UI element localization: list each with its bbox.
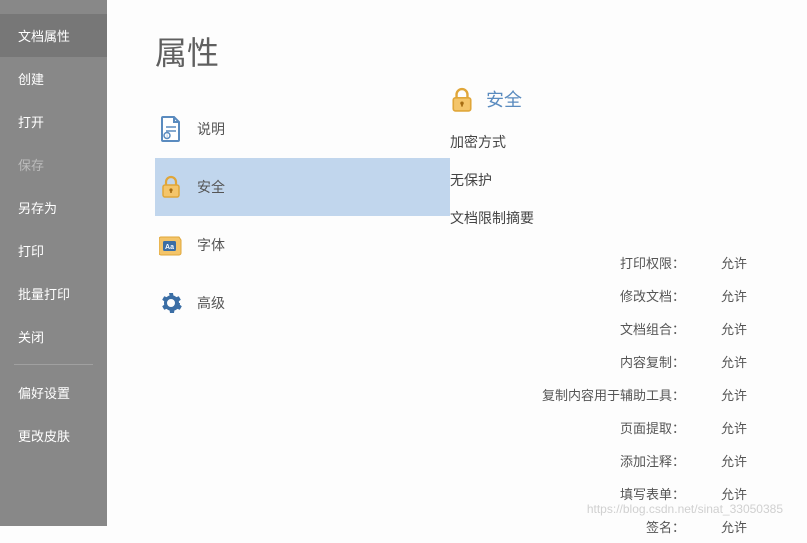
- encryption-label: 加密方式: [450, 132, 747, 152]
- perm-label: 签名：: [505, 517, 685, 536]
- sidebar-item-batch-print[interactable]: 批量打印: [0, 272, 107, 315]
- permissions-table: 打印权限：允许 修改文档：允许 文档组合：允许 内容复制：允许 复制内容用于辅助…: [450, 246, 747, 543]
- category-fonts-label: 字体: [197, 235, 225, 255]
- perm-label: 填写表单：: [505, 484, 685, 503]
- perm-row: 页面提取：允许: [450, 411, 747, 444]
- perm-row: 添加注释：允许: [450, 444, 747, 477]
- perm-label: 内容复制：: [505, 352, 685, 371]
- perm-value: 允许: [685, 385, 747, 404]
- category-description-label: 说明: [197, 119, 225, 139]
- main-panel: 属性 i 说明 安全 Aa 字体 高级: [107, 0, 807, 526]
- perm-value: 允许: [685, 352, 747, 371]
- sidebar-item-save-as[interactable]: 另存为: [0, 186, 107, 229]
- doc-info-icon: i: [159, 117, 183, 141]
- sidebar-item-change-skin[interactable]: 更改皮肤: [0, 414, 107, 457]
- category-description[interactable]: i 说明: [155, 100, 450, 158]
- perm-label: 页面提取：: [505, 418, 685, 437]
- sidebar-item-create[interactable]: 创建: [0, 57, 107, 100]
- font-icon: Aa: [159, 233, 183, 257]
- sidebar-item-print[interactable]: 打印: [0, 229, 107, 272]
- category-advanced[interactable]: 高级: [155, 274, 450, 332]
- category-security[interactable]: 安全: [155, 158, 450, 216]
- sidebar-item-preferences[interactable]: 偏好设置: [0, 371, 107, 414]
- perm-value: 允许: [685, 484, 747, 503]
- page-title: 属性: [155, 28, 450, 74]
- security-header: 安全: [450, 86, 747, 112]
- encryption-value: 无保护: [450, 170, 747, 190]
- perm-value: 允许: [685, 451, 747, 470]
- sidebar-item-close[interactable]: 关闭: [0, 315, 107, 358]
- category-security-label: 安全: [197, 177, 225, 197]
- gear-icon: [159, 291, 183, 315]
- lock-icon: [159, 175, 183, 199]
- perm-value: 允许: [685, 418, 747, 437]
- restrictions-label: 文档限制摘要: [450, 208, 747, 228]
- sidebar-item-save: 保存: [0, 143, 107, 186]
- security-panel: 安全 加密方式 无保护 文档限制摘要 打印权限：允许 修改文档：允许 文档组合：…: [450, 28, 807, 526]
- perm-label: 打印权限：: [505, 253, 685, 272]
- perm-row: 打印权限：允许: [450, 246, 747, 279]
- watermark: https://blog.csdn.net/sinat_33050385: [587, 502, 783, 516]
- sidebar-item-doc-properties[interactable]: 文档属性: [0, 14, 107, 57]
- perm-label: 复制内容用于辅助工具：: [505, 385, 685, 404]
- perm-row: 复制内容用于辅助工具：允许: [450, 378, 747, 411]
- lock-icon: [450, 86, 476, 112]
- svg-text:Aa: Aa: [165, 244, 174, 251]
- security-title: 安全: [486, 86, 522, 112]
- perm-label: 添加注释：: [505, 451, 685, 470]
- category-column: 属性 i 说明 安全 Aa 字体 高级: [155, 28, 450, 526]
- category-advanced-label: 高级: [197, 293, 225, 313]
- sidebar-item-open[interactable]: 打开: [0, 100, 107, 143]
- sidebar: 文档属性 创建 打开 保存 另存为 打印 批量打印 关闭 偏好设置 更改皮肤: [0, 0, 107, 526]
- perm-row: 修改文档：允许: [450, 279, 747, 312]
- category-fonts[interactable]: Aa 字体: [155, 216, 450, 274]
- perm-value: 允许: [685, 319, 747, 338]
- perm-value: 允许: [685, 253, 747, 272]
- perm-value: 允许: [685, 286, 747, 305]
- perm-row: 内容复制：允许: [450, 345, 747, 378]
- perm-label: 文档组合：: [505, 319, 685, 338]
- perm-row: 文档组合：允许: [450, 312, 747, 345]
- perm-label: 修改文档：: [505, 286, 685, 305]
- sidebar-separator: [14, 364, 93, 365]
- perm-value: 允许: [685, 517, 747, 536]
- svg-text:i: i: [166, 134, 167, 140]
